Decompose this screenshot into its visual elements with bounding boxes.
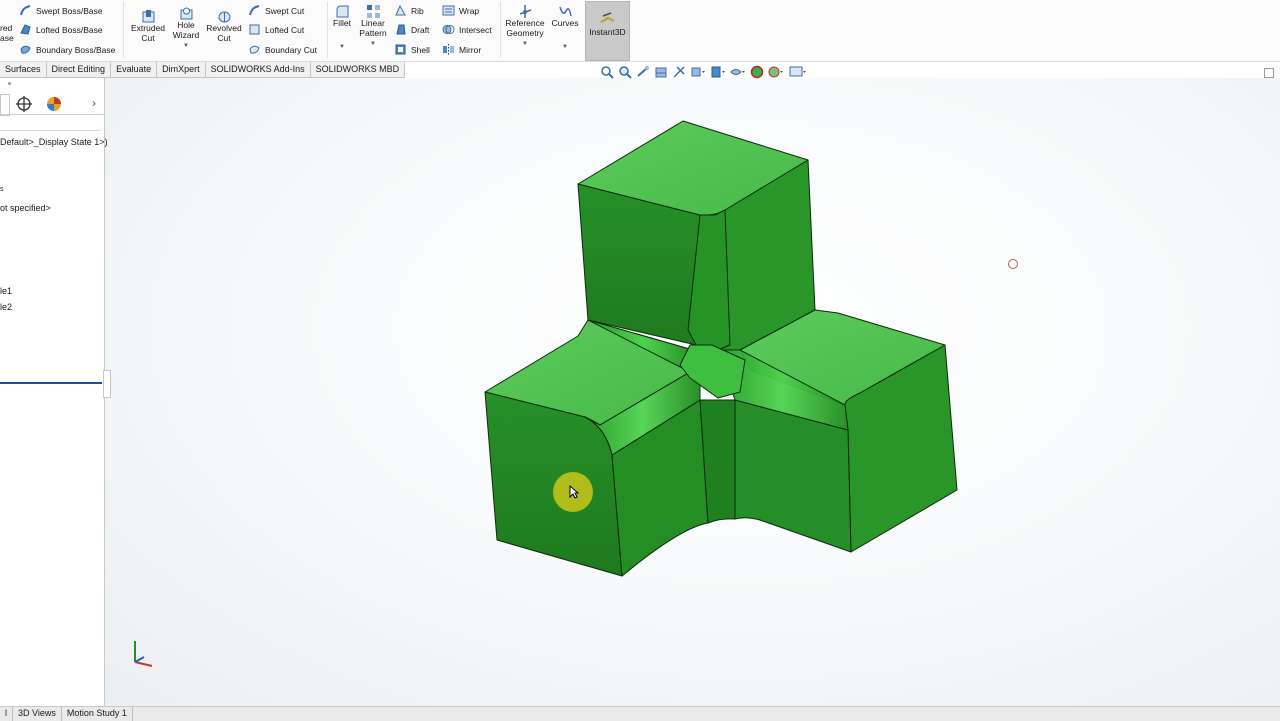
shell-button[interactable]: Shell [394,43,430,56]
boundary-cut-button[interactable]: Boundary Cut [248,43,317,56]
tab-evaluate[interactable]: Evaluate [111,62,158,78]
rib-button[interactable]: Rib [394,4,424,17]
tab-motion-study-1[interactable]: Motion Study 1 [62,707,133,721]
extruded-boss-button-partial[interactable]: red ase [0,23,14,43]
rib-icon [395,4,406,16]
tab-3d-views[interactable]: 3D Views [13,707,62,721]
reference-geometry-icon [519,5,531,18]
mirror-icon [443,44,454,55]
previous-view-icon[interactable] [636,65,650,79]
hole-wizard-dropdown-icon[interactable]: ▼ [183,42,189,52]
tab-solidworks-add-ins[interactable]: SOLIDWORKS Add-Ins [205,62,311,78]
mirror-button[interactable]: Mirror [442,43,481,56]
axis-triad-icon [134,641,153,667]
reference-geometry-dropdown-icon[interactable]: ▼ [522,40,528,50]
tab-solidworks-mbd[interactable]: SOLIDWORKS MBD [310,62,406,78]
dynamic-annotation-icon[interactable] [672,65,686,79]
intersect-icon [442,25,455,34]
panel-filter-row [0,116,101,131]
boundary-cut-icon [249,45,260,54]
hole-wizard-button[interactable]: Hole Wizard ▼ [169,6,203,52]
lofted-boss-icon [20,24,31,35]
tree-plane-1[interactable]: le1 [0,286,12,296]
restore-panel-icon[interactable] [1264,68,1274,78]
linear-pattern-button[interactable]: Linear Pattern ▼ [358,4,388,50]
ribbon-separator [500,2,501,58]
rotate-center-marker [1008,259,1018,269]
view-settings-icon[interactable] [788,65,808,79]
command-manager-ribbon: red ase Swept Boss/Base Lofted Boss/Base… [0,0,1280,62]
swept-cut-button[interactable]: Swept Cut [248,4,304,17]
panel-splitter-handle[interactable] [103,370,111,398]
edit-appearance-icon[interactable] [750,65,764,79]
rollback-bar[interactable] [0,382,102,384]
swept-cut-icon [249,5,260,16]
apply-scene-icon[interactable] [768,65,784,79]
tree-material[interactable]: ot specified> [0,203,51,213]
lofted-boss-base-button[interactable]: Lofted Boss/Base [19,23,103,36]
extruded-cut-icon [142,10,154,23]
tree-plane-2[interactable]: le2 [0,302,12,312]
zoom-to-fit-icon[interactable] [600,65,614,79]
lofted-cut-icon [249,24,260,35]
draft-icon [396,24,406,35]
linear-pattern-dropdown-icon[interactable]: ▼ [370,40,376,50]
linear-pattern-icon [366,5,380,18]
revolved-cut-button[interactable]: Revolved Cut [205,9,243,43]
instant3d-icon [600,12,615,23]
command-manager-tabs: Surfaces Direct Editing Evaluate DimXper… [0,62,406,78]
display-manager-tab-icon[interactable] [45,95,63,113]
curves-icon [558,6,572,17]
revolved-cut-icon [218,11,230,23]
draft-button[interactable]: Draft [394,23,429,36]
swept-boss-base-button[interactable]: Swept Boss/Base [19,4,103,17]
configuration-manager-tab-icon[interactable] [15,95,33,113]
wrap-icon [442,5,455,16]
ribbon-separator [123,2,124,58]
mouse-pointer-icon [569,485,579,499]
feature-manager-panel: › Default>_Display State 1>) s ot specif… [0,78,111,706]
shell-icon [395,44,406,55]
view-orientation-icon[interactable] [690,65,706,79]
instant3d-button[interactable]: Instant3D [585,1,630,61]
panel-handle-dot [8,82,11,85]
curves-button[interactable]: Curves ▼ [551,4,579,52]
graphics-area[interactable] [105,78,1280,706]
boundary-boss-base-button[interactable]: Boundary Boss/Base [19,43,115,56]
heads-up-view-toolbar [600,65,808,79]
reference-geometry-button[interactable]: Reference Geometry ▼ [504,4,546,50]
bottom-tab-bar: l 3D Views Motion Study 1 [0,706,1280,721]
tree-item-s[interactable]: s [0,186,4,193]
tab-model[interactable]: l [0,707,13,721]
zoom-to-area-icon[interactable] [618,65,632,79]
panel-expand-chevron-icon[interactable]: › [92,96,96,110]
hole-wizard-icon [180,7,192,20]
swept-boss-icon [20,5,31,16]
tab-property-manager[interactable] [0,94,10,116]
tab-direct-editing[interactable]: Direct Editing [46,62,112,78]
tab-surfaces[interactable]: Surfaces [0,62,47,78]
wrap-button[interactable]: Wrap [442,4,479,17]
ribbon-separator [327,2,328,58]
fillet-button[interactable]: Fillet ▼ [331,4,353,52]
lofted-cut-button[interactable]: Lofted Cut [248,23,304,36]
boundary-boss-icon [20,45,31,54]
extruded-cut-button[interactable]: Extruded Cut [129,9,167,43]
hide-show-items-icon[interactable] [730,65,746,79]
section-view-icon[interactable] [654,65,668,79]
intersect-button[interactable]: Intersect [442,23,492,36]
curves-dropdown-icon[interactable]: ▼ [562,43,568,53]
tab-dimxpert[interactable]: DimXpert [157,62,206,78]
display-style-icon[interactable] [710,65,726,79]
fillet-dropdown-icon[interactable]: ▼ [339,43,345,53]
tree-display-state[interactable]: Default>_Display State 1>) [0,137,108,147]
fillet-icon [336,5,348,18]
